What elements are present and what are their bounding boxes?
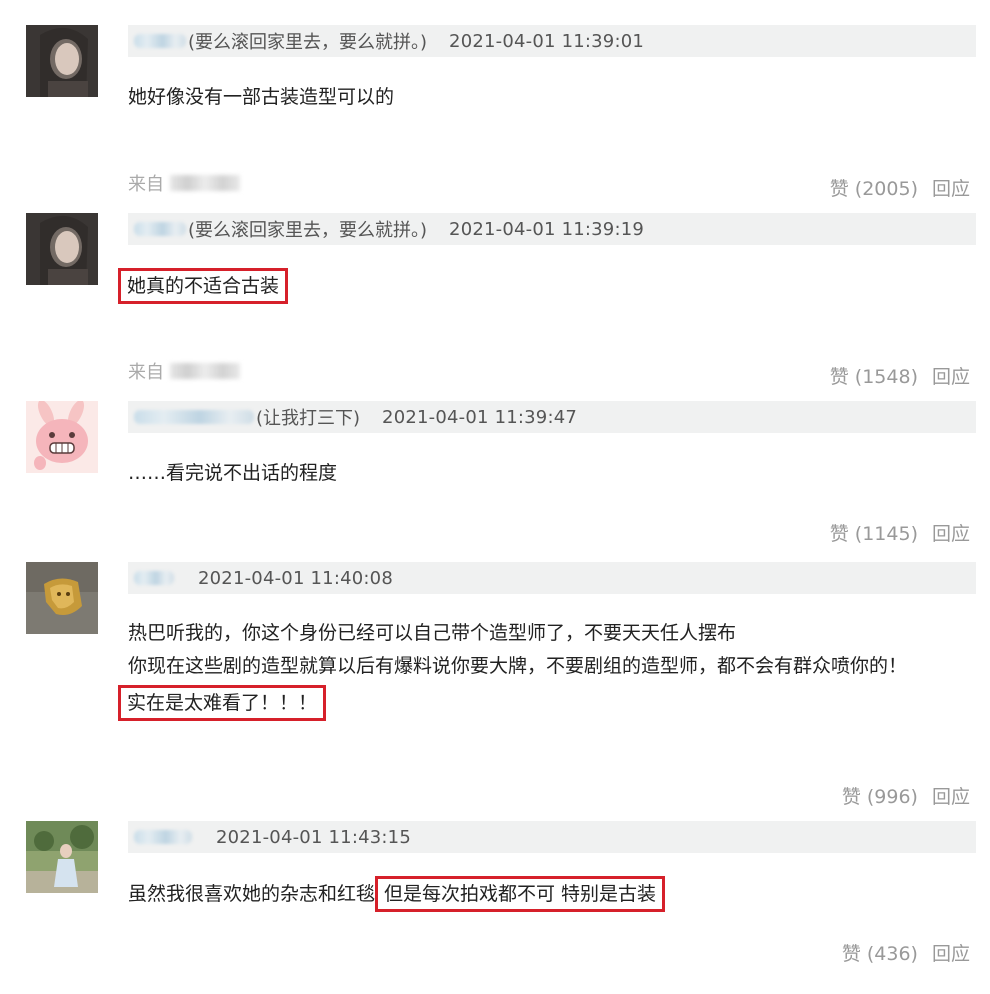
comment-text: 她真的不适合古装 [118, 268, 950, 304]
comment-line: 你现在这些剧的造型就算以后有爆料说你要大牌，不要剧组的造型师，都不会有群众喷你的… [128, 655, 908, 677]
avatar[interactable] [26, 562, 98, 634]
timestamp: 2021-04-01 11:39:01 [449, 30, 645, 52]
comment-text: 热巴听我的，你这个身份已经可以自己带个造型师了，不要天天任人摆布 你现在这些剧的… [118, 617, 950, 721]
comment-actions: 赞 (2005) 回应 [830, 174, 970, 201]
highlight-box: 实在是太难看了！！！ [118, 685, 327, 721]
comment-line: 实在是太难看了！！！ [127, 692, 318, 714]
user-avatar-icon [26, 25, 98, 97]
username[interactable] [134, 410, 254, 424]
timestamp: 2021-04-01 11:39:19 [449, 218, 645, 240]
reply-button[interactable]: 回应 [932, 939, 970, 966]
avatar[interactable] [26, 213, 98, 285]
like-button[interactable]: 赞 (1145) [830, 519, 918, 546]
timestamp: 2021-04-01 11:40:08 [198, 567, 393, 589]
username[interactable] [134, 571, 174, 585]
comment-source: 来自 [128, 170, 240, 196]
avatar[interactable] [26, 401, 98, 473]
comment-header: 2021-04-01 11:43:15 [128, 821, 976, 853]
user-signature: (要么滚回家里去，要么就拼。) [188, 220, 428, 241]
comment-header: (让我打三下) 2021-04-01 11:39:47 [128, 401, 976, 433]
artifact-avatar-icon [26, 562, 98, 634]
comment-header: 2021-04-01 11:40:08 [128, 562, 976, 594]
highlight-box: 她真的不适合古装 [118, 268, 289, 304]
highlight-box: 但是每次拍戏都不可 特别是古装 [375, 876, 666, 912]
timestamp: 2021-04-01 11:39:47 [382, 406, 578, 428]
like-button[interactable]: 赞 (1548) [830, 362, 918, 389]
comment-header: (要么滚回家里去，要么就拼。) 2021-04-01 11:39:01 [128, 25, 976, 57]
comment-header: (要么滚回家里去，要么就拼。) 2021-04-01 11:39:19 [128, 213, 976, 245]
like-button[interactable]: 赞 (2005) [830, 174, 918, 201]
reply-button[interactable]: 回应 [932, 174, 970, 201]
reply-button[interactable]: 回应 [932, 362, 970, 389]
user-avatar-icon [26, 213, 98, 285]
comment-text: 她好像没有一部古装造型可以的 [128, 80, 950, 114]
comment-actions: 赞 (996) 回应 [842, 782, 970, 809]
source-label: 来自 [128, 362, 164, 383]
reply-button[interactable]: 回应 [932, 782, 970, 809]
timestamp: 2021-04-01 11:43:15 [216, 826, 411, 848]
source-name [170, 363, 240, 379]
comment-text: ……看完说不出话的程度 [128, 456, 950, 490]
comment-actions: 赞 (1145) 回应 [830, 519, 970, 546]
comment-line: ……看完说不出话的程度 [128, 462, 338, 484]
reply-button[interactable]: 回应 [932, 519, 970, 546]
source-name [170, 175, 240, 191]
source-label: 来自 [128, 174, 164, 195]
username[interactable] [134, 830, 192, 844]
username[interactable] [134, 34, 186, 48]
comment-actions: 赞 (436) 回应 [842, 939, 970, 966]
avatar[interactable] [26, 821, 98, 893]
comment-line: 她好像没有一部古装造型可以的 [128, 86, 395, 108]
avatar[interactable] [26, 25, 98, 97]
comment-line: 热巴听我的，你这个身份已经可以自己带个造型师了，不要天天任人摆布 [128, 622, 737, 644]
like-button[interactable]: 赞 (436) [842, 939, 918, 966]
photo-avatar-icon [26, 821, 98, 893]
comment-line-highlight: 但是每次拍戏都不可 特别是古装 [384, 883, 657, 905]
comment-line: 她真的不适合古装 [127, 275, 280, 297]
user-signature: (让我打三下) [256, 408, 361, 429]
comment-text: 虽然我很喜欢她的杂志和红毯 但是每次拍戏都不可 特别是古装 [128, 876, 950, 912]
username[interactable] [134, 222, 186, 236]
comment-source: 来自 [128, 358, 240, 384]
like-button[interactable]: 赞 (996) [842, 782, 918, 809]
user-signature: (要么滚回家里去，要么就拼。) [188, 32, 428, 53]
comment-actions: 赞 (1548) 回应 [830, 362, 970, 389]
bunny-avatar-icon [26, 401, 98, 473]
comment-line: 虽然我很喜欢她的杂志和红毯 [128, 883, 376, 905]
